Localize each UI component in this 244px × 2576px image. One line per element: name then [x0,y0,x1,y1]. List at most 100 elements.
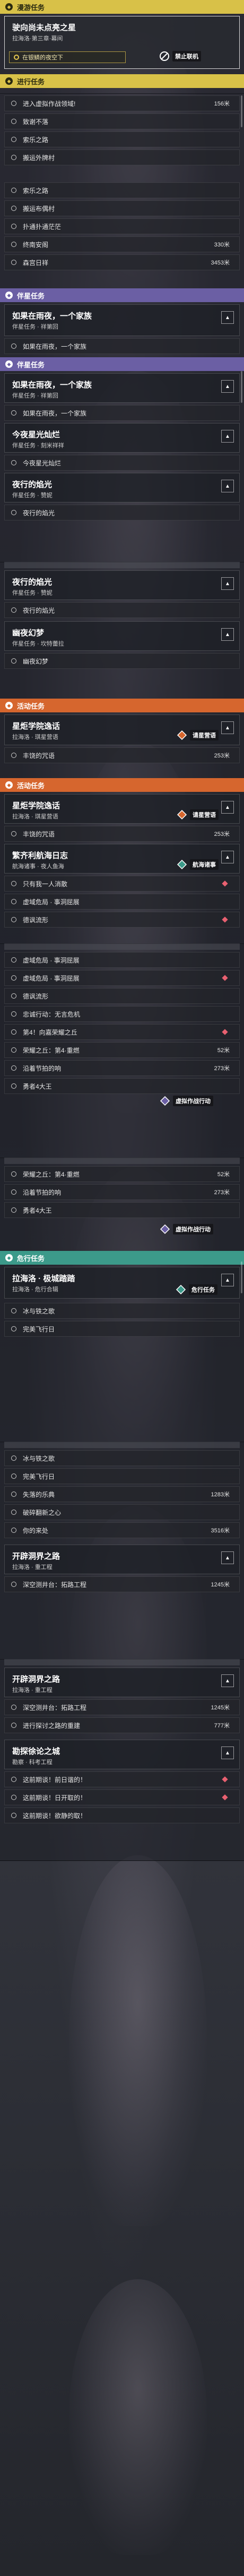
list-item[interactable]: 沿着节拍的响 273米 [4,1060,240,1076]
scrollbar[interactable] [241,371,242,403]
list-item[interactable]: 索乐之路 [4,131,240,147]
list-item[interactable]: 深空测井台：拓路工程 1245米 [4,1576,240,1592]
list-item[interactable]: 虚域危局 · 事洞屈展 [4,952,240,968]
list-item[interactable]: 沿着节拍的响 273米 [4,1184,240,1200]
no-multiplayer-icon [159,50,170,62]
list-item[interactable]: 破碎翻新之心 [4,1504,240,1520]
collapse-chevron-icon[interactable]: ▲ [221,1674,234,1687]
collapse-chevron-icon[interactable]: ▲ [221,577,234,590]
list-item[interactable]: 这前期谈！前日谐的！ [4,1771,240,1787]
collapse-chevron-icon[interactable]: ▲ [221,1274,234,1286]
collapse-chevron-icon[interactable]: ▲ [221,1551,234,1564]
list-item[interactable]: 虚域危局 · 事洞屈展 [4,894,240,910]
item-distance: 777米 [214,1723,230,1729]
list-item[interactable]: 扑通扑通茫茫 [4,218,240,234]
list-item[interactable]: 今夜星光灿烂 [4,455,240,471]
quest-card[interactable]: 开辟洞界之路 拉海洛 · 重工程 ▲ [4,1668,240,1697]
scrollbar[interactable] [241,1261,242,1293]
item-label: 如果在雨夜，一个家族 [23,342,87,350]
objective-circle-icon [11,1065,16,1071]
list-item[interactable]: 德讽流形 [4,912,240,928]
quest-subtitle: 勘察 · 科考工程 [12,1759,53,1766]
list-item[interactable]: 终南安阁 330米 [4,236,240,252]
collapse-chevron-icon[interactable]: ▲ [221,430,234,443]
list-item[interactable]: 第4！向嘉荣耀之丘 [4,1024,240,1040]
list-item[interactable]: 冰与铁之歌 [4,1450,240,1466]
quest-card[interactable]: 夜行的焰光 伴星任务 · 赞妮 ▲ [4,473,240,502]
list-item[interactable]: 幽夜幻梦 [4,653,240,669]
list-item[interactable]: 深空测井台：拓路工程 1245米 [4,1699,240,1715]
scrollbar[interactable] [241,95,242,127]
list-item[interactable]: 完美飞行日 [4,1321,240,1337]
travel-quest-icon: ◆ [5,3,13,11]
list-item[interactable]: 致谢不落 [4,113,240,129]
list-item[interactable]: 德讽流形 [4,988,240,1004]
list-item[interactable]: 搬运布偶村 [4,200,240,216]
quest-card[interactable]: 如果在雨夜，一个家族 伴星任务 · 祥第回 ▲ [4,304,240,336]
list-item[interactable]: 进入虚拟作战领域! 156米 [4,95,240,111]
list-item[interactable]: 索乐之路 [4,182,240,198]
header-travel[interactable]: ◆ 漫游任务 [0,0,244,14]
header-activity[interactable]: ◆ 活动任务 [0,699,244,712]
collapse-chevron-icon[interactable]: ▲ [221,628,234,641]
quest-title: 星炬学院逸话 [12,801,60,810]
item-label: 如果在雨夜，一个家族 [23,409,87,417]
list-item[interactable]: 如果在雨夜，一个家族 [4,338,240,354]
item-label: 勇者4大王 [23,1082,52,1090]
collapse-chevron-icon[interactable]: ▲ [221,721,234,734]
quest-card[interactable]: 今夜星光灿烂 伴星任务 · 刻米祥祥 ▲ [4,423,240,453]
collapse-chevron-icon[interactable]: ▲ [221,311,234,324]
quest-card[interactable]: 开辟洞界之路 拉海洛 · 重工程 ▲ [4,1545,240,1574]
no-multiplayer-badge: 禁止联机 [159,50,201,62]
list-item[interactable]: 失落的乐典 1283米 [4,1486,240,1502]
quest-card[interactable]: 夜行的焰光 伴星任务 · 赞妮 ▲ [4,570,240,600]
list-item[interactable]: 森宫日祥 3453米 [4,254,240,270]
list-item[interactable]: 荣耀之丘：第4·重燃 52米 [4,1166,240,1182]
item-label: 忠诚行动：无言危机 [23,1010,81,1018]
objective-circle-icon [11,1189,16,1195]
quest-card[interactable]: 幽夜幻梦 伴星任务 · 坎特蕾拉 ▲ [4,621,240,651]
list-item[interactable]: 如果在雨夜，一个家族 [4,405,240,421]
list-item[interactable]: 丰饶的咒语 253米 [4,826,240,842]
item-label: 这前期谈！日开取的！ [23,1794,87,1802]
panel-progress-list: 进入虚拟作战领域! 156米 致谢不落 索乐之路 搬运外牌村 索乐之路 搬运布偶村… [0,93,244,289]
list-item[interactable]: 夜行的焰光 [4,602,240,618]
collapse-chevron-icon[interactable]: ▲ [221,801,234,814]
collapse-chevron-icon[interactable]: ▲ [221,1746,234,1759]
list-item[interactable]: 进行探讨之路的重建 777米 [4,1717,240,1733]
list-item[interactable]: 只有我一人消散 [4,876,240,892]
quest-subtitle: 伴星任务 · 赞妮 [12,590,53,596]
list-item[interactable]: 这前期谈！日开取的！ [4,1789,240,1805]
list-item[interactable]: 忠诚行动：无言危机 [4,1006,240,1022]
list-item[interactable]: 搬运外牌村 [4,149,240,165]
list-item[interactable]: 这前期谈！欲静的取！ [4,1807,240,1823]
list-item[interactable]: 冰与铁之歌 [4,1303,240,1319]
voyage-badge-icon [176,859,188,870]
list-item[interactable]: 虚域危局 · 事洞屈展 [4,970,240,986]
list-item[interactable]: 完美飞行日 [4,1468,240,1484]
quest-title: 夜行的焰光 [12,480,53,489]
objective-circle-icon [11,1207,16,1213]
header-companion[interactable]: ◆ 伴星任务 [0,288,244,302]
list-item[interactable]: 勇者4大王 [4,1202,240,1218]
collapse-chevron-icon[interactable]: ▲ [221,480,234,492]
quest-title: 如果在雨夜，一个家族 [12,312,92,321]
collapse-chevron-icon[interactable]: ▲ [221,380,234,393]
list-item[interactable]: 勇者4大王 [4,1078,240,1094]
collapse-chevron-icon[interactable]: ▲ [221,851,234,863]
header-progress[interactable]: ◆ 进行任务 [0,74,244,88]
quest-title: 开辟洞界之路 [12,1675,60,1684]
quest-objective[interactable]: 在银鳞的夜空下 [9,51,126,63]
header-companion[interactable]: ◆ 伴星任务 [0,357,244,371]
quest-card-travel[interactable]: 驶向尚未点亮之星 拉海洛·第三章·幕间 在银鳞的夜空下 禁止联机 [4,16,240,69]
list-item[interactable]: 你的来处 3516米 [4,1522,240,1538]
header-danger[interactable]: ◆ 危行任务 [0,1251,244,1265]
quest-card[interactable]: 勘探徐论之城 勘察 · 科考工程 ▲ [4,1740,240,1769]
objective-circle-icon [11,510,16,515]
list-item[interactable]: 丰饶的咒语 253米 [4,747,240,763]
panel-danger: ◆ 危行任务 拉海洛 · 极城踏踏 拉海洛 · 危行合辑 ▲ 冰与铁之歌 完美飞… [0,1251,244,1442]
header-activity[interactable]: ◆ 活动任务 [0,778,244,792]
list-item[interactable]: 荣耀之丘：第4·重燃 52米 [4,1042,240,1058]
list-item[interactable]: 夜行的焰光 [4,505,240,521]
quest-card[interactable]: 如果在雨夜，一个家族 伴星任务 · 祥第回 ▲ [4,373,240,403]
